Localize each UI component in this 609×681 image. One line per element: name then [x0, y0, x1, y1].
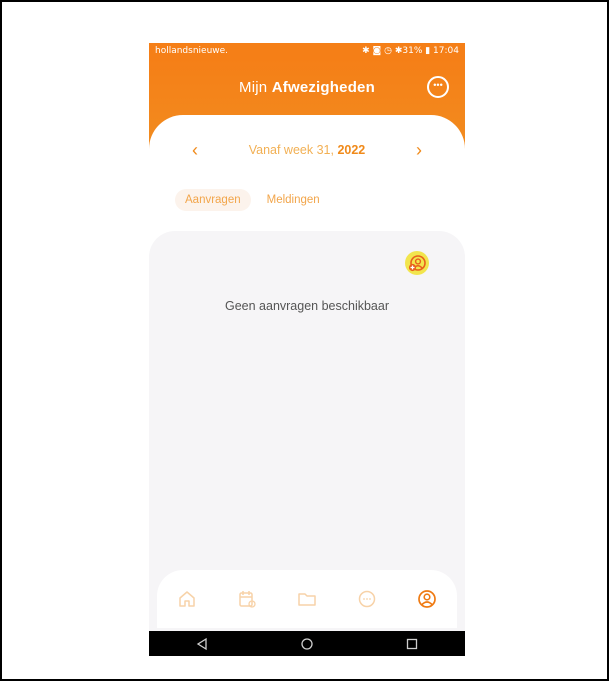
- week-navigation: ‹ Vanaf week 31, 2022 ›: [149, 139, 465, 161]
- calendar-icon: [239, 591, 256, 608]
- home-circle-icon: [301, 637, 313, 650]
- chat-bubble-icon: •••: [433, 80, 443, 90]
- nav-home[interactable]: [174, 586, 200, 612]
- title-prefix: Mijn: [239, 79, 268, 96]
- status-carrier: hollandsnieuwe.: [155, 46, 229, 56]
- system-navigation-bar: [149, 631, 465, 656]
- nav-calendar[interactable]: [234, 586, 260, 612]
- content-card: ‹ Vanaf week 31, 2022 › Aanvragen Meldin…: [149, 115, 465, 645]
- chat-icon: [358, 590, 376, 608]
- nav-profile[interactable]: [414, 586, 440, 612]
- title-bold: Afwezigheden: [271, 79, 375, 96]
- tab-bar: Aanvragen Meldingen: [175, 189, 330, 211]
- empty-state-message: Geen aanvragen beschikbaar: [224, 299, 389, 313]
- week-prefix: Vanaf week 31,: [248, 143, 334, 157]
- chevron-left-icon[interactable]: ‹: [187, 140, 203, 161]
- screenshot-frame: hollandsnieuwe. ✱ ◙ ◷ ✱31% ▮ 17:04 Mijn …: [0, 0, 609, 681]
- week-label: Vanaf week 31, 2022: [249, 143, 366, 157]
- chat-button[interactable]: •••: [427, 76, 449, 98]
- phone-screen: hollandsnieuwe. ✱ ◙ ◷ ✱31% ▮ 17:04 Mijn …: [149, 43, 465, 656]
- week-year: 2022: [337, 143, 366, 157]
- system-home-button[interactable]: [295, 634, 319, 654]
- bottom-navigation: [157, 570, 457, 628]
- tab-aanvragen[interactable]: Aanvragen: [175, 189, 251, 211]
- system-back-button[interactable]: [190, 634, 214, 654]
- chevron-right-icon[interactable]: ›: [411, 140, 427, 161]
- recents-square-icon: [407, 638, 418, 649]
- profile-icon: [418, 590, 436, 608]
- home-icon: [179, 591, 195, 607]
- add-person-icon: [408, 255, 426, 272]
- status-indicators: ✱ ◙ ◷ ✱31% ▮ 17:04: [362, 46, 459, 56]
- add-request-button[interactable]: [405, 251, 429, 275]
- page-title: Mijn Afwezigheden: [149, 79, 465, 96]
- nav-documents[interactable]: [294, 586, 320, 612]
- folder-icon: [298, 593, 316, 606]
- system-recents-button[interactable]: [400, 634, 424, 654]
- status-bar: hollandsnieuwe. ✱ ◙ ◷ ✱31% ▮ 17:04: [149, 43, 465, 59]
- nav-chat[interactable]: [354, 586, 380, 612]
- back-triangle-icon: [196, 637, 207, 650]
- tab-meldingen[interactable]: Meldingen: [257, 189, 330, 211]
